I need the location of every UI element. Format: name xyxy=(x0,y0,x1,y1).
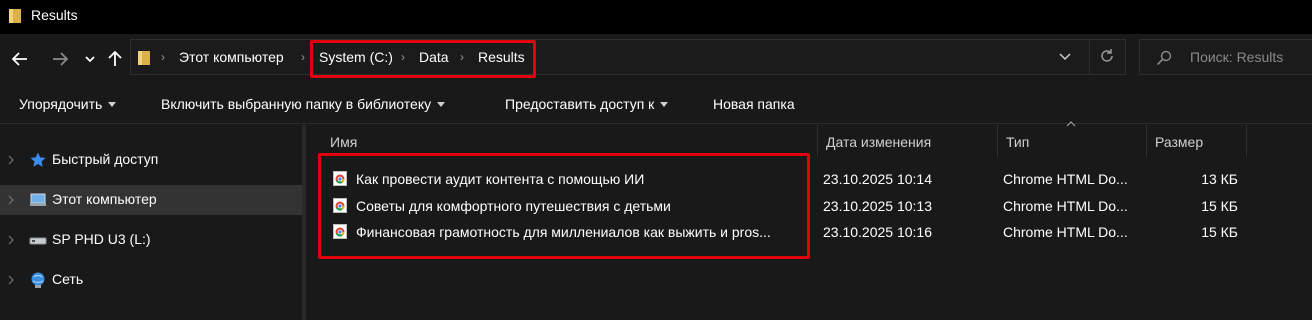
chevron-right-icon[interactable] xyxy=(7,274,15,286)
breadcrumb-separator[interactable]: › xyxy=(301,50,309,64)
arrow-right-icon xyxy=(53,52,68,66)
file-row[interactable]: Как провести аудит контента с помощью ИИ… xyxy=(324,166,1284,192)
sidebar-item-label: Этот компьютер xyxy=(52,191,157,207)
file-modified: 23.10.2025 10:14 xyxy=(823,171,932,187)
share-with-button[interactable]: Предоставить доступ к xyxy=(505,96,669,112)
network-icon xyxy=(31,272,45,288)
chevron-right-icon[interactable] xyxy=(7,154,15,166)
share-with-label: Предоставить доступ к xyxy=(505,96,655,112)
chrome-html-icon xyxy=(333,224,347,239)
navigation-bar: › Этот компьютер › System (C:) › Data › … xyxy=(0,34,1312,84)
refresh-icon[interactable] xyxy=(1099,48,1115,64)
chevron-right-icon[interactable] xyxy=(7,234,15,246)
breadcrumb-separator[interactable]: › xyxy=(161,50,169,64)
caret-down-icon xyxy=(437,101,446,107)
address-divider xyxy=(1089,40,1090,74)
caret-down-icon xyxy=(108,101,117,107)
breadcrumb-separator[interactable]: › xyxy=(401,50,409,64)
sidebar-item-label: Сеть xyxy=(52,271,84,287)
chevron-right-icon[interactable] xyxy=(7,194,15,206)
file-type: Chrome HTML Do... xyxy=(1003,171,1128,187)
forward-button[interactable] xyxy=(49,46,71,72)
sidebar-item-this-pc[interactable]: Этот компьютер xyxy=(0,185,302,215)
folder-icon xyxy=(138,51,150,65)
chrome-html-icon xyxy=(333,171,347,186)
search-icon xyxy=(1156,50,1172,66)
new-folder-button[interactable]: Новая папка xyxy=(713,96,795,112)
title-bar: Results xyxy=(0,0,1312,34)
chrome-html-icon xyxy=(333,198,347,213)
file-row[interactable]: Советы для комфортного путешествия с дет… xyxy=(324,193,1284,219)
file-name: Советы для комфортного путешествия с дет… xyxy=(356,198,671,214)
organize-label: Упорядочить xyxy=(19,96,103,112)
arrow-up-icon xyxy=(108,51,122,66)
drive-icon xyxy=(29,237,47,245)
sidebar-item-label: SP PHD U3 (L:) xyxy=(52,231,151,247)
file-type: Chrome HTML Do... xyxy=(1003,198,1128,214)
sidebar-item-quick-access[interactable]: Быстрый доступ xyxy=(0,145,302,175)
breadcrumb-this-pc[interactable]: Этот компьютер xyxy=(179,49,284,65)
sidebar-item-label: Быстрый доступ xyxy=(52,151,159,167)
computer-icon xyxy=(30,193,46,206)
file-row[interactable]: Финансовая грамотность для миллениалов к… xyxy=(324,219,1284,245)
include-in-library-label: Включить выбранную папку в библиотеку xyxy=(161,96,432,112)
sidebar-item-network[interactable]: Сеть xyxy=(0,265,302,295)
file-name: Финансовая грамотность для миллениалов к… xyxy=(356,224,771,240)
up-button[interactable] xyxy=(104,46,126,72)
arrow-left-icon xyxy=(12,52,27,66)
back-button[interactable] xyxy=(9,46,31,72)
column-header-modified[interactable]: Дата изменения xyxy=(818,125,998,157)
window-title: Results xyxy=(31,7,78,23)
breadcrumb-data[interactable]: Data xyxy=(419,49,449,65)
sort-ascending-icon xyxy=(1066,121,1076,127)
recent-locations-button[interactable] xyxy=(79,46,101,72)
breadcrumb-system-c[interactable]: System (C:) xyxy=(319,49,393,65)
folder-icon xyxy=(9,9,21,23)
file-size: 13 КБ xyxy=(1201,171,1238,187)
include-in-library-button[interactable]: Включить выбранную папку в библиотеку xyxy=(161,96,446,112)
address-bar[interactable]: › Этот компьютер › System (C:) › Data › … xyxy=(130,39,1126,75)
caret-down-icon xyxy=(660,101,669,107)
command-bar: Упорядочить Включить выбранную папку в б… xyxy=(0,84,1312,124)
search-input[interactable]: Поиск: Results xyxy=(1190,49,1283,65)
new-folder-label: Новая папка xyxy=(713,96,795,112)
file-modified: 23.10.2025 10:16 xyxy=(823,224,932,240)
breadcrumb-separator[interactable]: › xyxy=(460,50,468,64)
file-type: Chrome HTML Do... xyxy=(1003,224,1128,240)
file-modified: 23.10.2025 10:13 xyxy=(823,198,932,214)
file-name: Как провести аудит контента с помощью ИИ xyxy=(356,171,645,187)
organize-button[interactable]: Упорядочить xyxy=(19,96,117,112)
column-header-type[interactable]: Тип xyxy=(998,125,1147,157)
column-header-size[interactable]: Размер xyxy=(1147,125,1247,157)
search-box[interactable]: Поиск: Results xyxy=(1139,39,1312,75)
file-size: 15 КБ xyxy=(1201,198,1238,214)
star-icon xyxy=(30,152,46,167)
sidebar-item-sp-phd-u3[interactable]: SP PHD U3 (L:) xyxy=(0,225,302,255)
file-size: 15 КБ xyxy=(1201,224,1238,240)
chevron-down-icon[interactable] xyxy=(1059,51,1071,61)
chevron-down-icon xyxy=(85,56,95,63)
navigation-pane: Быстрый доступ Этот компьютер SP PHD U3 … xyxy=(0,125,306,320)
breadcrumb-results[interactable]: Results xyxy=(478,49,525,65)
column-header-name[interactable]: Имя xyxy=(322,125,818,157)
